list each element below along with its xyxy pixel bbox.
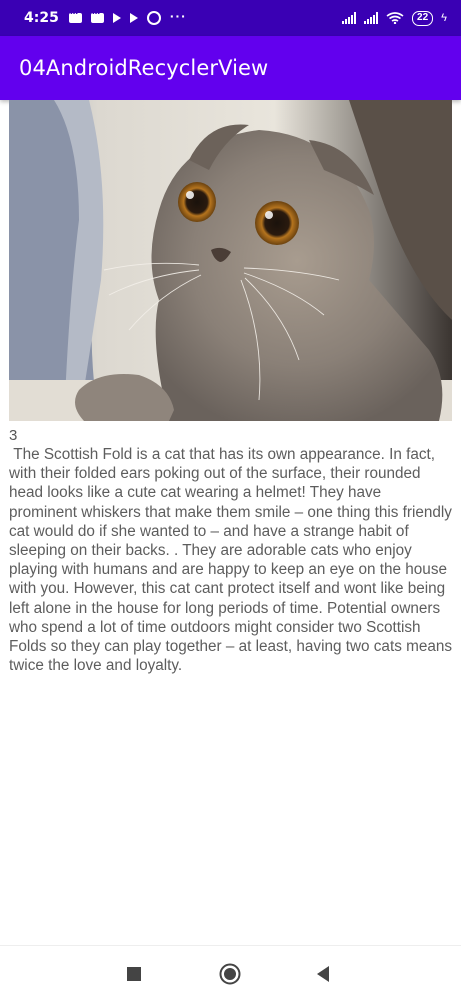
recycler-view[interactable]: 3 The Scottish Fold is a cat that has it… xyxy=(0,100,461,945)
item-number: 3 xyxy=(9,427,18,444)
status-time: 4:25 xyxy=(24,10,59,26)
system-icons: 22 ϟ xyxy=(342,10,447,26)
signal-icon xyxy=(364,12,379,24)
whatsapp-icon xyxy=(146,11,161,25)
message-icon xyxy=(68,8,82,23)
signal-icon xyxy=(342,12,357,24)
list-item[interactable]: 3 The Scottish Fold is a cat that has it… xyxy=(9,100,452,675)
app-bar: 04AndroidRecyclerView xyxy=(0,36,461,100)
navigation-bar xyxy=(0,945,461,1000)
item-description: The Scottish Fold is a cat that has its … xyxy=(9,446,457,675)
scottish-fold-cat-photo xyxy=(9,100,452,421)
wifi-icon xyxy=(386,12,404,24)
battery-level: 22 xyxy=(417,12,429,23)
app-title: 04AndroidRecyclerView xyxy=(19,56,269,80)
recents-icon[interactable] xyxy=(122,962,146,986)
play-icon xyxy=(129,13,138,23)
play-icon xyxy=(112,13,121,23)
back-icon[interactable] xyxy=(312,962,336,986)
notification-icons: ··· xyxy=(68,8,187,25)
more-dots-icon: ··· xyxy=(169,8,187,24)
charging-icon: ϟ xyxy=(441,12,447,24)
message-icon xyxy=(90,8,104,23)
home-icon[interactable] xyxy=(218,962,242,986)
status-bar: 4:25 ··· 22 ϟ xyxy=(0,0,461,36)
battery-icon: 22 xyxy=(412,10,434,26)
